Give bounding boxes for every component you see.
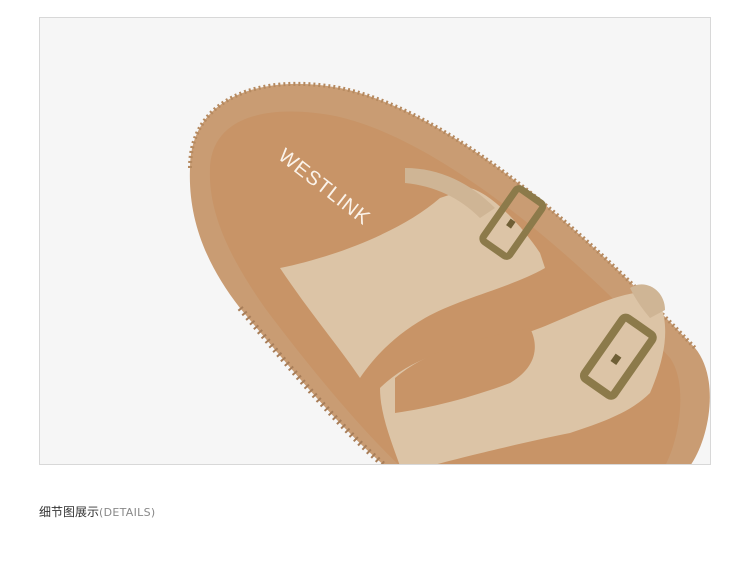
product-photo: WESTLINK xyxy=(39,17,711,465)
caption-en: (DETAILS) xyxy=(99,506,156,519)
details-caption: 细节图展示(DETAILS) xyxy=(39,504,155,521)
caption-zh: 细节图展示 xyxy=(39,505,100,519)
sandal-illustration: WESTLINK xyxy=(40,18,710,464)
